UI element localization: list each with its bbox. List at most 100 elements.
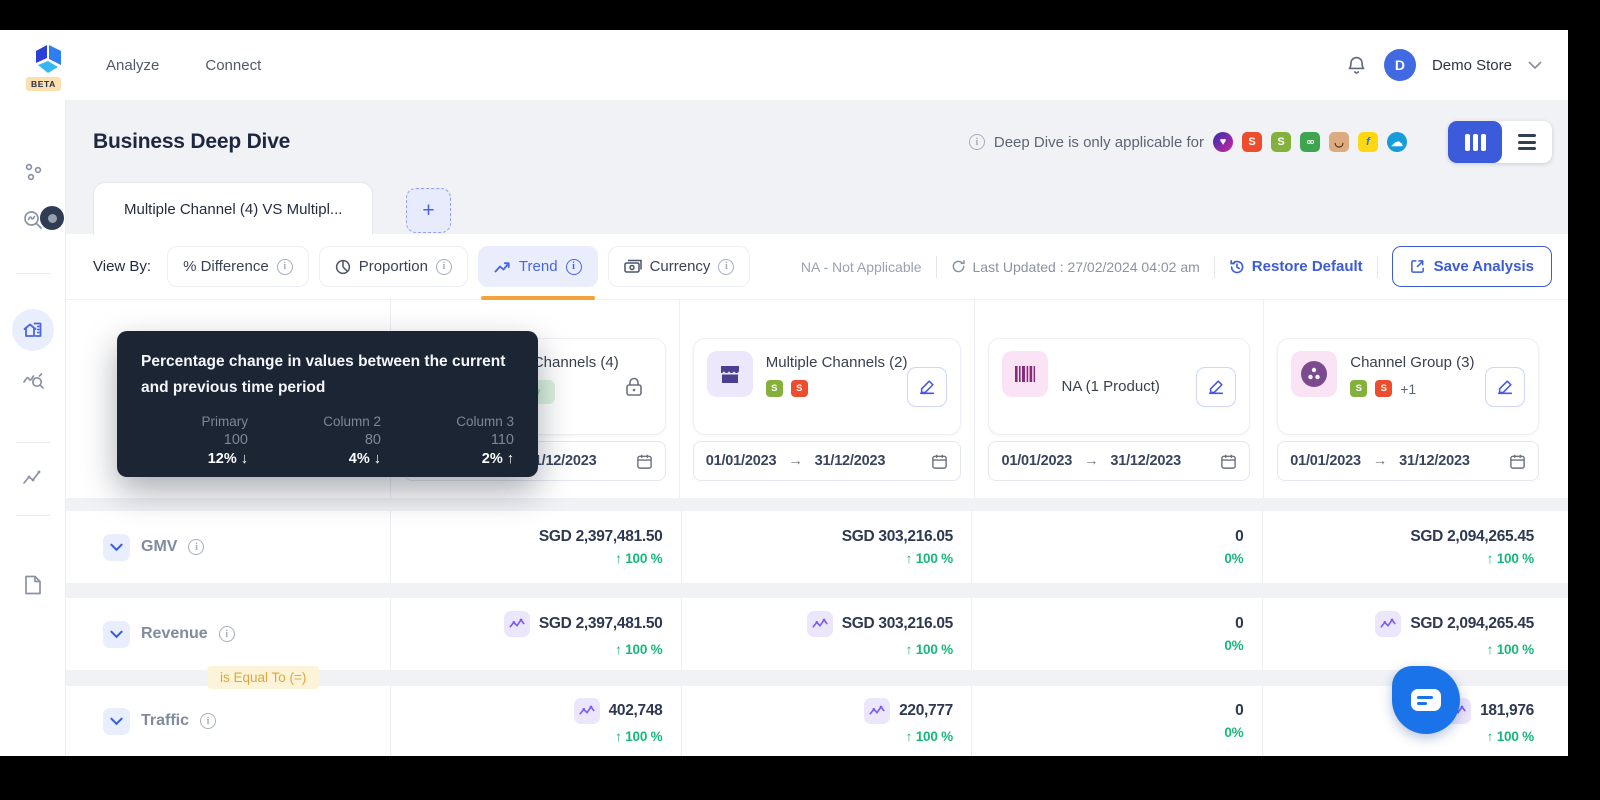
- last-updated: Last Updated : 27/02/2024 04:02 am: [951, 259, 1200, 275]
- column-title: Multiple Channels (2): [765, 354, 908, 371]
- metric-value: 0: [1235, 528, 1244, 545]
- metric-value: SGD 303,216.05: [841, 615, 954, 632]
- tooltip-col-change: 2% ↑: [481, 451, 514, 468]
- shopee-icon: S: [1242, 132, 1262, 152]
- calendar-icon: [1220, 453, 1237, 470]
- expand-revenue-button[interactable]: [103, 620, 130, 648]
- date-range-picker[interactable]: 01/01/2023 → 31/12/2023: [692, 441, 962, 481]
- info-icon[interactable]: i: [276, 258, 293, 275]
- expand-traffic-button[interactable]: [103, 707, 130, 735]
- metric-name: Traffic: [141, 712, 190, 729]
- sidebar-divider: [16, 273, 50, 274]
- proportion-toggle[interactable]: Proportion i: [318, 246, 468, 287]
- restore-default-button[interactable]: Restore Default: [1229, 258, 1363, 275]
- column-view-button[interactable]: [1448, 121, 1502, 163]
- list-view-button[interactable]: [1502, 121, 1552, 163]
- more-platforms: +1: [1400, 380, 1417, 397]
- sparkline-icon[interactable]: [864, 698, 891, 724]
- store-chevron-down-icon[interactable]: [1528, 61, 1542, 70]
- tab-comparison[interactable]: Multiple Channel (4) VS Multipl...: [93, 182, 374, 235]
- metric-value: SGD 2,094,265.45: [1410, 615, 1534, 632]
- top-navbar: BETA Analyze Connect D Demo Store: [0, 30, 1568, 100]
- add-tab-button[interactable]: +: [406, 188, 451, 233]
- info-icon[interactable]: i: [718, 258, 735, 275]
- date-range-picker[interactable]: 01/01/2023 → 31/12/2023: [988, 441, 1251, 481]
- column-card-3: NA (1 Product) 01/01/2023 → 31/12/2023: [974, 300, 1263, 498]
- sparkline-icon[interactable]: [503, 611, 530, 637]
- app-window: BETA Analyze Connect D Demo Store Busine…: [0, 30, 1568, 756]
- sidebar-item-chart-explore[interactable]: [21, 368, 45, 392]
- left-sidebar: [0, 100, 66, 756]
- salesforce-icon: ☁: [1387, 132, 1407, 152]
- sparkline-icon[interactable]: [573, 698, 600, 724]
- edit-column-button[interactable]: [1196, 366, 1237, 407]
- tooltip-col-label: Column 3: [456, 414, 514, 430]
- currency-icon: [623, 259, 642, 274]
- proportion-label: Proportion: [358, 258, 428, 275]
- info-icon[interactable]: i: [188, 539, 205, 555]
- metric-change: ↑ 100 %: [905, 729, 954, 744]
- date-from: 01/01/2023: [1290, 453, 1361, 469]
- sidebar-item-cluster[interactable]: [21, 161, 45, 185]
- trend-toggle[interactable]: Trend i: [477, 246, 598, 300]
- metric-value: 220,777: [899, 702, 953, 719]
- nav-connect[interactable]: Connect: [205, 57, 261, 74]
- nav-analyze[interactable]: Analyze: [106, 57, 159, 74]
- tooltip-col-change: 12% ↓: [207, 451, 248, 468]
- save-analysis-button[interactable]: Save Analysis: [1391, 246, 1552, 287]
- column-card-2: Multiple Channels (2) S S 01/01/2023 → 3…: [678, 300, 975, 498]
- metric-value: SGD 2,094,265.45: [1410, 528, 1534, 545]
- deep-dive-notice: Deep Dive is only applicable for: [993, 133, 1204, 151]
- currency-toggle[interactable]: Currency i: [607, 246, 751, 287]
- column-title: NA (1 Product): [1061, 378, 1160, 395]
- pie-icon: [335, 259, 351, 275]
- divider: [1376, 255, 1378, 278]
- metric-change: ↑ 100 %: [615, 642, 663, 657]
- metric-value: 0: [1235, 702, 1244, 719]
- shopify-icon: S: [1271, 132, 1291, 152]
- lock-icon: [622, 375, 646, 399]
- divider: [935, 255, 937, 278]
- metric-value: SGD 2,397,481.50: [538, 528, 663, 545]
- amazon-icon: ◡: [1329, 132, 1349, 152]
- sidebar-item-trends[interactable]: [21, 466, 45, 490]
- metric-change: ↑ 100 %: [615, 729, 663, 744]
- sidebar-collapse-handle[interactable]: [40, 206, 64, 230]
- chat-widget-button[interactable]: [1392, 666, 1460, 734]
- difference-toggle[interactable]: % Difference i: [167, 246, 309, 287]
- avatar[interactable]: D: [1383, 49, 1416, 81]
- info-icon[interactable]: i: [435, 258, 452, 275]
- lazada-icon: ♥: [1213, 132, 1233, 152]
- tokopedia-icon: oo: [1300, 132, 1320, 152]
- sparkline-icon[interactable]: [806, 611, 833, 637]
- sidebar-item-home-active[interactable]: [12, 309, 54, 351]
- metric-change: ↑ 100 %: [905, 642, 954, 657]
- view-by-row: View By: % Difference i Proportion i Tre…: [66, 234, 1568, 300]
- page-title: Business Deep Dive: [93, 130, 291, 153]
- trend-tooltip: Percentage change in values between the …: [117, 331, 538, 477]
- calendar-icon: [931, 453, 948, 470]
- metric-name: GMV: [141, 538, 178, 555]
- info-icon[interactable]: i: [218, 626, 235, 642]
- metric-change: 0%: [1224, 725, 1244, 740]
- edit-column-button[interactable]: [907, 366, 948, 407]
- sparkline-icon[interactable]: [1375, 611, 1402, 637]
- app-logo[interactable]: BETA: [26, 39, 72, 91]
- metric-change: ↑ 100 %: [615, 551, 663, 566]
- na-note: NA - Not Applicable: [800, 258, 922, 275]
- info-icon[interactable]: i: [565, 258, 582, 275]
- chat-icon: [1411, 689, 1441, 711]
- metric-change: ↑ 100 %: [1486, 642, 1535, 657]
- metric-row-revenue: Revenue i SGD 2,397,481.50 ↑ 100 % SGD 30…: [66, 598, 1568, 670]
- info-icon[interactable]: i: [968, 134, 985, 150]
- beta-badge: BETA: [26, 77, 61, 91]
- metric-value: SGD 2,397,481.50: [538, 615, 663, 632]
- date-range-picker[interactable]: 01/01/2023 → 31/12/2023: [1277, 441, 1539, 481]
- info-icon[interactable]: i: [200, 713, 217, 729]
- notification-bell-icon[interactable]: [1345, 54, 1368, 77]
- expand-gmv-button[interactable]: [103, 533, 130, 561]
- storefront-icon: [706, 351, 753, 397]
- metric-change: ↑ 100 %: [1486, 551, 1535, 566]
- edit-column-button[interactable]: [1485, 366, 1525, 407]
- sidebar-item-report[interactable]: [21, 573, 45, 597]
